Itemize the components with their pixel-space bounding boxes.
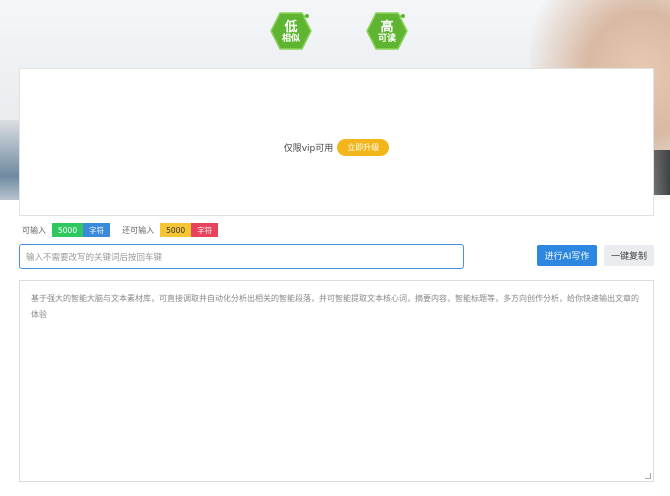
can-input-unit: 字符 [83,223,111,237]
remaining-value: 5000 [160,223,192,237]
keyword-input-placeholder: 输入不需要改写的关键词后按回车键 [26,252,163,263]
badge-low-sub: 相似 [281,34,300,44]
can-input-pill: 5000 字符 [52,223,111,237]
upgrade-button[interactable]: 立即升级 [337,139,390,156]
keyword-input[interactable]: 输入不需要改写的关键词后按回车键 [19,244,464,269]
can-input-label: 可输入 [22,225,46,235]
vip-notice: 仅限vip可用 立即升级 [20,139,653,156]
vip-panel: 仅限vip可用 立即升级 [19,68,654,216]
can-input-value: 5000 [52,223,84,237]
ai-write-button[interactable]: 进行AI写作 [537,245,597,266]
remaining-unit: 字符 [191,223,219,237]
character-counters: 可输入 5000 字符 还可输入 5000 字符 [22,223,219,237]
content-textarea[interactable]: 基于强大的智能大脑与文本素材库，可直接调取并自动化分析出相关的智能段落，并可智能… [19,280,654,482]
textarea-placeholder: 基于强大的智能大脑与文本素材库，可直接调取并自动化分析出相关的智能段落，并可智能… [31,294,639,319]
vip-only-text: 仅限vip可用 [283,144,334,154]
high-readability-badge: 高 可读 [366,12,408,50]
copy-button[interactable]: 一键复制 [604,245,654,266]
remaining-pill: 5000 字符 [160,223,219,237]
badge-high-sub: 可读 [377,34,396,44]
resize-handle-icon[interactable] [645,473,651,479]
low-similarity-badge: 低 相似 [270,12,312,50]
remaining-label: 还可输入 [122,225,155,235]
